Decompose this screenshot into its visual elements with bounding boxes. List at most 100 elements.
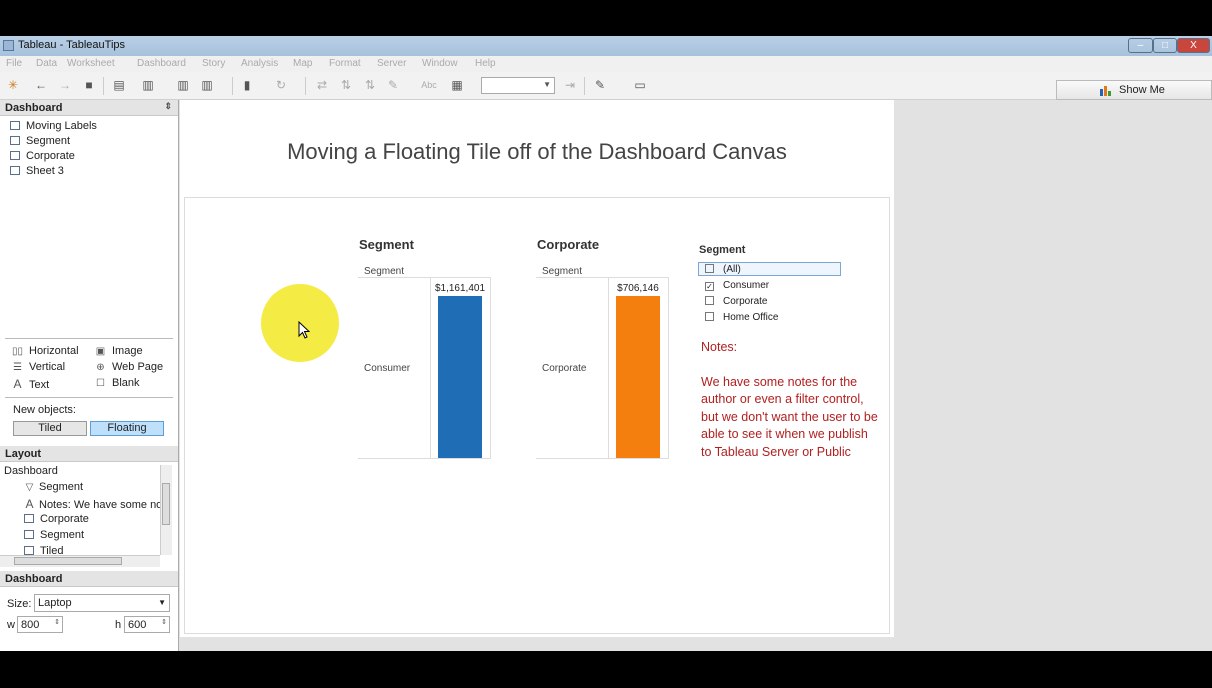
chevron-down-icon: ▼ bbox=[158, 598, 166, 607]
sort-ascending-icon[interactable]: ⇅ bbox=[339, 79, 353, 92]
menu-help[interactable]: Help bbox=[475, 58, 496, 69]
vertical-container-icon: ☰ bbox=[13, 362, 22, 373]
fix-axes-icon[interactable]: ⇥ bbox=[563, 79, 577, 92]
sheet-item-corporate[interactable]: Corporate bbox=[10, 150, 75, 164]
filter-option-home-office[interactable]: Home Office bbox=[705, 312, 778, 325]
corporate-bar-chart[interactable]: Segment Corporate $706,146 bbox=[536, 262, 670, 460]
menu-format[interactable]: Format bbox=[329, 58, 361, 69]
new-objects-label: New objects: bbox=[13, 404, 76, 416]
presentation-mode-icon[interactable]: ▭ bbox=[633, 79, 647, 92]
checkbox-consumer-checked[interactable]: ✓ bbox=[705, 282, 714, 291]
show-me-label: Show Me bbox=[1119, 84, 1165, 96]
layout-item-segment[interactable]: Segment bbox=[24, 529, 84, 541]
layout-horizontal-scrollbar[interactable] bbox=[0, 555, 160, 567]
layout-item-dashboard[interactable]: Dashboard bbox=[4, 465, 58, 477]
minimize-button[interactable]: – bbox=[1128, 38, 1153, 53]
maximize-button[interactable]: □ bbox=[1153, 38, 1177, 53]
checkbox-all[interactable] bbox=[705, 264, 714, 273]
sheet-item-moving-labels[interactable]: Moving Labels bbox=[10, 120, 97, 134]
pause-updates-icon[interactable]: ▮ bbox=[240, 79, 254, 92]
new-worksheet-icon[interactable]: ▥ bbox=[141, 79, 155, 92]
segment-sheet-title: Segment bbox=[359, 237, 414, 252]
segment-axis-header: Segment bbox=[364, 266, 404, 277]
checkbox-home-office[interactable] bbox=[705, 312, 714, 321]
segment-filter-title: Segment bbox=[699, 244, 746, 256]
layout-item-notes[interactable]: A Notes: We have some no bbox=[24, 497, 162, 511]
refresh-icon[interactable]: ↻ bbox=[274, 79, 288, 92]
width-stepper[interactable]: 800 ⇕ bbox=[17, 616, 63, 633]
sort-descending-icon[interactable]: ⇅ bbox=[363, 79, 377, 92]
container-icon bbox=[24, 546, 34, 555]
menu-worksheet[interactable]: Worksheet bbox=[67, 58, 115, 69]
dashboard-size-header: Dashboard bbox=[0, 571, 178, 587]
width-label: w bbox=[7, 619, 15, 631]
worksheet-icon bbox=[24, 514, 34, 523]
dashboard-title: Moving a Floating Tile off of the Dashbo… bbox=[287, 139, 787, 164]
menu-file[interactable]: File bbox=[6, 58, 22, 69]
object-vertical[interactable]: ☰ Vertical bbox=[12, 361, 65, 373]
menu-analysis[interactable]: Analysis bbox=[241, 58, 278, 69]
save-icon[interactable]: ■ bbox=[82, 79, 96, 92]
corporate-sheet-title: Corporate bbox=[537, 237, 600, 252]
size-label: Size: bbox=[7, 598, 32, 610]
bottom-letterbox bbox=[0, 651, 1212, 688]
stepper-icon[interactable]: ⇕ bbox=[161, 618, 167, 626]
menu-server[interactable]: Server bbox=[377, 58, 406, 69]
new-data-source-icon[interactable]: ▤ bbox=[112, 79, 126, 92]
pen-icon[interactable]: ✎ bbox=[593, 79, 607, 92]
chevron-down-icon: ▼ bbox=[543, 80, 551, 89]
object-blank[interactable]: ☐ Blank bbox=[95, 377, 140, 389]
layout-item-corporate[interactable]: Corporate bbox=[24, 513, 89, 525]
checkbox-corporate[interactable] bbox=[705, 296, 714, 305]
sheet-item-sheet-3[interactable]: Sheet 3 bbox=[10, 165, 64, 179]
horizontal-container-icon: ▯▯ bbox=[12, 346, 24, 357]
show-me-button[interactable]: Show Me bbox=[1056, 80, 1212, 100]
object-image[interactable]: ▣ Image bbox=[95, 345, 143, 357]
clear-sheet-icon[interactable]: ▥ bbox=[200, 79, 214, 92]
tableau-logo-icon[interactable]: ✳ bbox=[6, 79, 20, 92]
redo-icon[interactable]: → bbox=[58, 79, 72, 92]
fit-dropdown[interactable]: ▼ bbox=[481, 77, 555, 94]
object-horizontal[interactable]: ▯▯ Horizontal bbox=[12, 345, 79, 357]
corporate-bar bbox=[616, 296, 660, 458]
dashboard-sidebar: Dashboard ⇕ Moving Labels Segment Corpor… bbox=[0, 100, 179, 651]
menu-window[interactable]: Window bbox=[422, 58, 458, 69]
text-icon: A bbox=[13, 377, 22, 391]
duplicate-sheet-icon[interactable]: ▥ bbox=[176, 79, 190, 92]
object-web-page[interactable]: ⊕ Web Page bbox=[95, 361, 163, 373]
consumer-bar bbox=[438, 296, 482, 458]
notes-text-object[interactable]: Notes: We have some notes for the author… bbox=[701, 339, 881, 461]
undo-icon[interactable]: ← bbox=[34, 79, 48, 92]
worksheet-icon bbox=[10, 136, 20, 145]
pin-icon[interactable]: ⇕ bbox=[164, 101, 172, 112]
layout-item-tiled[interactable]: Tiled bbox=[24, 545, 63, 555]
sheet-item-segment[interactable]: Segment bbox=[10, 135, 70, 149]
filter-option-all[interactable]: (All) bbox=[705, 264, 741, 277]
object-text[interactable]: A Text bbox=[12, 377, 49, 391]
menu-story[interactable]: Story bbox=[202, 58, 225, 69]
size-dropdown[interactable]: Laptop ▼ bbox=[34, 594, 170, 612]
layout-vertical-scrollbar[interactable] bbox=[160, 465, 172, 555]
show-labels-icon[interactable]: Abc bbox=[418, 79, 440, 92]
mouse-cursor-icon bbox=[298, 321, 310, 339]
close-button[interactable]: X bbox=[1177, 38, 1210, 53]
filter-option-corporate[interactable]: Corporate bbox=[705, 296, 767, 309]
swap-icon[interactable]: ⇄ bbox=[315, 79, 329, 92]
highlight-icon[interactable]: ✎ bbox=[386, 79, 400, 92]
menu-dashboard[interactable]: Dashboard bbox=[137, 58, 186, 69]
filter-icon: ▽ bbox=[25, 482, 34, 493]
menu-map[interactable]: Map bbox=[293, 58, 312, 69]
worksheet-icon bbox=[10, 166, 20, 175]
layout-item-segment-filter[interactable]: ▽ Segment bbox=[24, 481, 83, 493]
stepper-icon[interactable]: ⇕ bbox=[54, 618, 60, 626]
segment-bar-chart[interactable]: Segment Consumer $1,161,401 bbox=[358, 262, 492, 460]
menu-data[interactable]: Data bbox=[36, 58, 57, 69]
tableau-app-icon bbox=[3, 40, 14, 51]
floating-button[interactable]: Floating bbox=[90, 421, 164, 436]
filter-option-consumer[interactable]: ✓ Consumer bbox=[705, 280, 769, 293]
chart-type-icon[interactable]: ▦ bbox=[450, 79, 464, 92]
tiled-button[interactable]: Tiled bbox=[13, 421, 87, 436]
menu-bar: File Data Worksheet Dashboard Story Anal… bbox=[0, 56, 1212, 72]
text-icon: A bbox=[25, 497, 34, 511]
height-stepper[interactable]: 600 ⇕ bbox=[124, 616, 170, 633]
